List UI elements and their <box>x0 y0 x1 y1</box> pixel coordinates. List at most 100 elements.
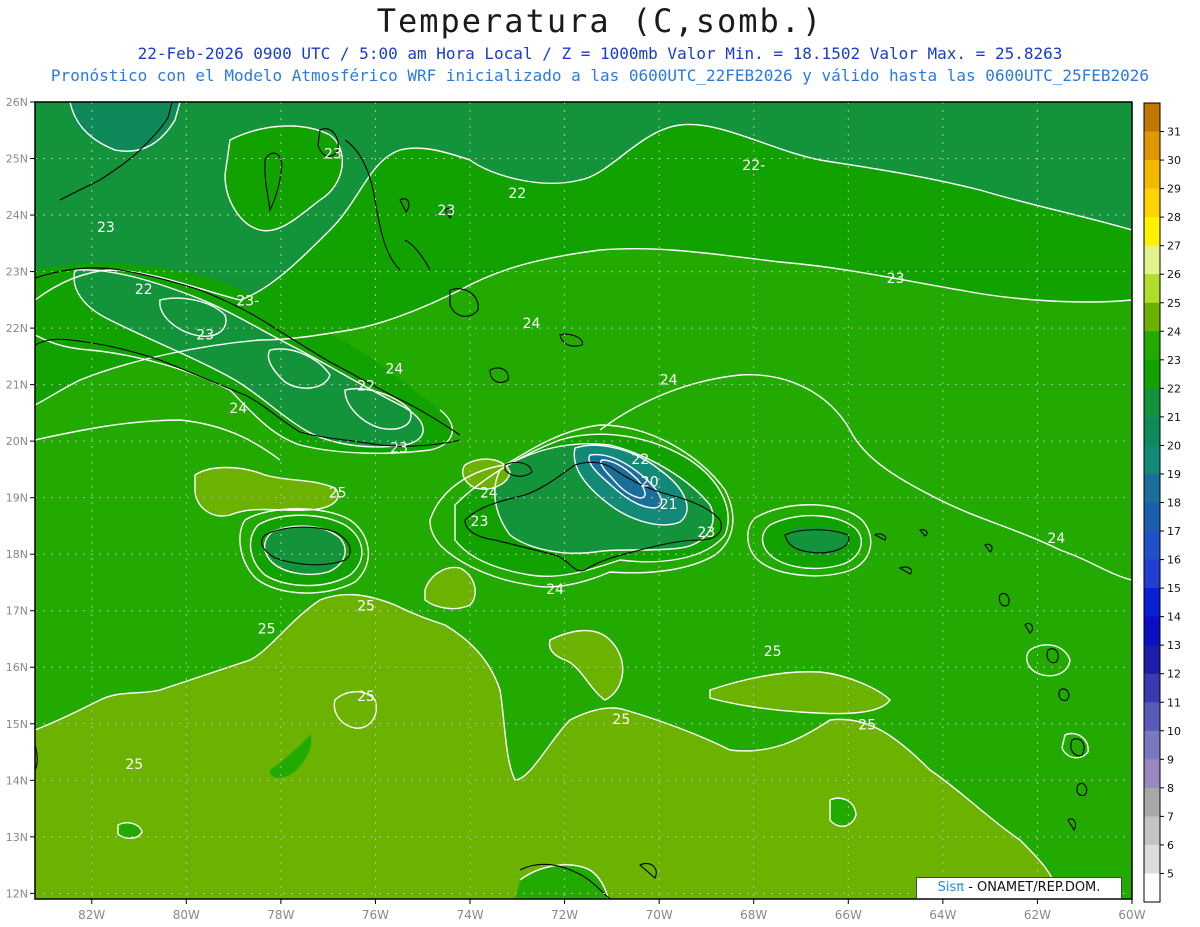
colorbar-swatch <box>1144 873 1160 903</box>
colorbar-swatch <box>1144 388 1160 418</box>
lat-tick-label: 23N <box>6 266 28 279</box>
latitude-axis: 26N 25N 24N 23N 22N 21N 20N 19N 18N 17N 16N 15N 14N 1… <box>6 96 35 900</box>
lat-tick-label: 18N <box>6 548 28 561</box>
colorbar-label: 23 <box>1167 354 1181 367</box>
longitude-axis: 82W 80W 78W 76W 74W 72W 70W 68W 66W 64W 62W 60W <box>78 899 1146 922</box>
contour-label: 25 <box>329 486 347 502</box>
colorbar-label: 5 <box>1167 867 1174 880</box>
colorbar: 31 30 29 28 27 26 25 24 23 22 21 20 19 18 17 16 15 14 13 12… <box>1143 102 1181 903</box>
colorbar-label: 18 <box>1167 497 1181 510</box>
colorbar-swatch <box>1144 416 1160 446</box>
colorbar-swatch <box>1144 445 1160 475</box>
colorbar-label: 13 <box>1167 639 1181 652</box>
lat-tick-label: 19N <box>6 492 28 505</box>
lat-tick-label: 20N <box>6 435 28 448</box>
lat-tick-label: 24N <box>6 209 28 222</box>
colorbar-label: 9 <box>1167 753 1174 766</box>
colorbar-swatch <box>1144 160 1160 190</box>
colorbar-swatch <box>1144 616 1160 646</box>
colorbar-label: 10 <box>1167 725 1181 738</box>
colorbar-swatch <box>1144 787 1160 817</box>
shaded-field <box>35 102 1132 899</box>
colorbar-swatch <box>1144 103 1160 133</box>
colorbar-swatch <box>1144 645 1160 675</box>
colorbar-label: 17 <box>1167 525 1181 538</box>
lat-tick-label: 15N <box>6 718 28 731</box>
colorbar-swatch <box>1144 473 1160 503</box>
contour-label: 23 <box>887 271 905 287</box>
colorbar-label: 29 <box>1167 183 1181 196</box>
colorbar-label: 27 <box>1167 240 1181 253</box>
colorbar-label: 16 <box>1167 554 1181 567</box>
temperature-map: 23 22 22- 23 23 23 22 23- 23 24 24 22 24 24 23 22 20 25 24… <box>6 96 1181 922</box>
colorbar-label: 15 <box>1167 582 1181 595</box>
contour-label: 25 <box>612 712 630 728</box>
sispi-logo-text: Sisπ <box>937 880 965 895</box>
colorbar-label: 24 <box>1167 325 1181 338</box>
contour-label: 25 <box>125 757 143 773</box>
lon-tick-label: 76W <box>362 908 389 922</box>
lon-tick-label: 70W <box>646 908 673 922</box>
lon-tick-label: 60W <box>1118 908 1145 922</box>
contour-label: 25 <box>357 689 375 705</box>
colorbar-swatch <box>1144 588 1160 618</box>
contour-label: 24 <box>1047 531 1065 547</box>
contour-label: 24 <box>480 486 498 502</box>
colorbar-swatch <box>1144 131 1160 161</box>
colorbar-swatch <box>1144 359 1160 389</box>
contour-label: 25 <box>764 644 782 660</box>
lat-tick-label: 17N <box>6 605 28 618</box>
contour-label: 24 <box>385 361 403 377</box>
colorbar-label: 19 <box>1167 468 1181 481</box>
colorbar-label: 11 <box>1167 696 1181 709</box>
lon-tick-label: 68W <box>740 908 767 922</box>
colorbar-label: 12 <box>1167 668 1181 681</box>
lon-tick-label: 74W <box>456 908 483 922</box>
credit-box: Sisπ - ONAMET/REP.DOM. <box>916 877 1122 899</box>
lat-tick-label: 12N <box>6 887 28 900</box>
contour-label: 22 <box>508 186 526 202</box>
colorbar-swatch <box>1144 816 1160 846</box>
lon-tick-label: 80W <box>173 908 200 922</box>
colorbar-swatch <box>1144 559 1160 589</box>
colorbar-label: 28 <box>1167 211 1181 224</box>
colorbar-label: 21 <box>1167 411 1181 424</box>
credit-text: - ONAMET/REP.DOM. <box>964 880 1101 895</box>
colorbar-label: 26 <box>1167 268 1181 281</box>
colorbar-label: 25 <box>1167 297 1181 310</box>
colorbar-swatch <box>1144 502 1160 532</box>
contour-label: 24 <box>523 316 541 332</box>
colorbar-label: 8 <box>1167 782 1174 795</box>
contour-label: 20 <box>641 474 659 490</box>
contour-label: 23 <box>471 514 489 530</box>
colorbar-label: 30 <box>1167 154 1181 167</box>
lat-tick-label: 13N <box>6 831 28 844</box>
colorbar-swatch <box>1144 217 1160 247</box>
colorbar-label: 7 <box>1167 810 1174 823</box>
contour-label: 24 <box>660 373 678 389</box>
contour-label: 24 <box>229 401 247 417</box>
lat-tick-label: 14N <box>6 774 28 787</box>
contour-label: 23 <box>698 525 716 541</box>
lat-tick-label: 21N <box>6 379 28 392</box>
colorbar-swatch <box>1144 188 1160 218</box>
contour-label: 25 <box>258 621 276 637</box>
colorbar-swatch <box>1144 531 1160 561</box>
lon-tick-label: 62W <box>1024 908 1051 922</box>
contour-label: 23 <box>97 220 115 236</box>
colorbar-swatch <box>1144 730 1160 760</box>
colorbar-swatch <box>1144 331 1160 361</box>
contour-label: 22 <box>631 452 649 468</box>
lon-tick-label: 66W <box>835 908 862 922</box>
colorbar-swatch <box>1144 702 1160 732</box>
contour-label: 21 <box>660 497 678 513</box>
lon-tick-label: 72W <box>551 908 578 922</box>
contour-label: 23 <box>324 147 342 163</box>
contour-label: 23 <box>390 440 408 456</box>
lat-tick-label: 25N <box>6 153 28 166</box>
contour-label: 25 <box>357 599 375 615</box>
colorbar-label: 22 <box>1167 382 1181 395</box>
contour-label: 22 <box>357 378 375 394</box>
lat-tick-label: 16N <box>6 661 28 674</box>
lon-tick-label: 82W <box>78 908 105 922</box>
